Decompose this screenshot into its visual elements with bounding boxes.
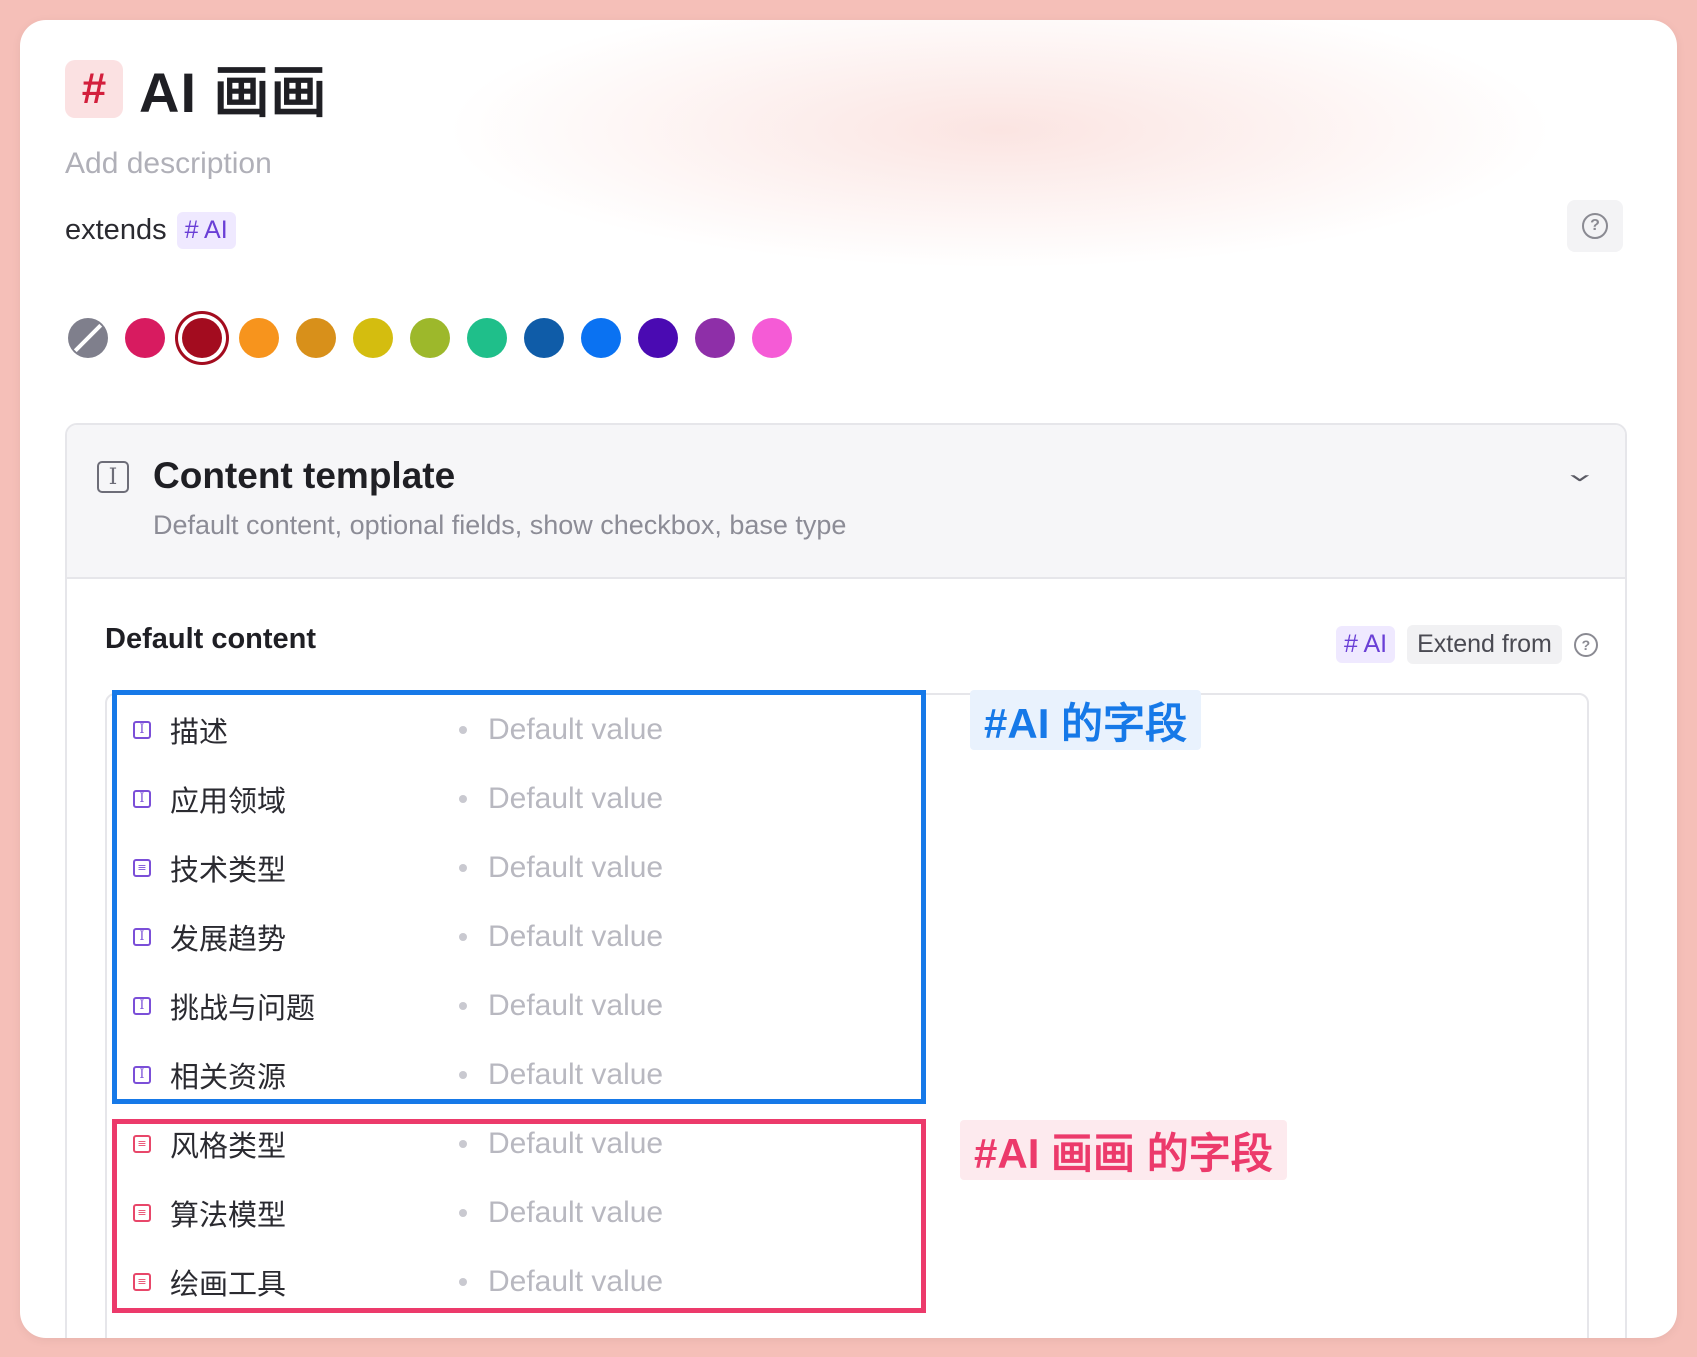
hash-icon[interactable]: # bbox=[65, 59, 123, 118]
color-picker bbox=[68, 318, 809, 358]
color-swatch-purple[interactable] bbox=[695, 318, 735, 358]
default-content-actions: # AI Extend from ? bbox=[1336, 625, 1598, 664]
help-icon: ? bbox=[1582, 213, 1608, 239]
ai-fields-highlight bbox=[112, 690, 926, 1104]
color-swatch-crimson[interactable] bbox=[125, 318, 165, 358]
content-template-subtitle: Default content, optional fields, show c… bbox=[153, 510, 847, 540]
extends-label: extends bbox=[65, 214, 167, 246]
content-template-header[interactable]: I Content template Default content, opti… bbox=[67, 425, 1625, 579]
ai-painting-fields-annotation: #AI 画画 的字段 bbox=[960, 1120, 1287, 1180]
text-cursor-icon: I bbox=[97, 461, 129, 493]
extends-row: extends # AI bbox=[65, 212, 236, 249]
color-swatch-teal[interactable] bbox=[467, 318, 507, 358]
color-swatch-orange[interactable] bbox=[239, 318, 279, 358]
default-content-label: Default content bbox=[105, 623, 317, 655]
color-swatch-blue[interactable] bbox=[581, 318, 621, 358]
color-swatch-indigo[interactable] bbox=[638, 318, 678, 358]
color-swatch-none[interactable] bbox=[68, 318, 108, 358]
extend-from-button[interactable]: Extend from bbox=[1407, 625, 1562, 664]
description-input[interactable]: Add description bbox=[65, 147, 272, 181]
default-content-tag-chip[interactable]: # AI bbox=[1336, 626, 1396, 663]
background-glow bbox=[400, 20, 1600, 280]
color-swatch-pink[interactable] bbox=[752, 318, 792, 358]
extends-tag-chip[interactable]: # AI bbox=[176, 212, 236, 249]
help-icon[interactable]: ? bbox=[1573, 632, 1598, 657]
content-template-title: Content template bbox=[153, 455, 456, 496]
color-swatch-olive[interactable] bbox=[410, 318, 450, 358]
ai-painting-fields-highlight bbox=[112, 1119, 926, 1313]
color-swatch-yellow[interactable] bbox=[353, 318, 393, 358]
ai-fields-annotation: #AI 的字段 bbox=[970, 690, 1202, 750]
color-swatch-amber[interactable] bbox=[296, 318, 336, 358]
help-button[interactable]: ? bbox=[1567, 200, 1623, 252]
color-swatch-dark-red[interactable] bbox=[182, 318, 222, 358]
title-row: # AI 画画 bbox=[65, 48, 328, 129]
color-swatch-navy[interactable] bbox=[524, 318, 564, 358]
chevron-down-icon[interactable]: › bbox=[1556, 473, 1604, 483]
page-title[interactable]: AI 画画 bbox=[139, 48, 328, 129]
